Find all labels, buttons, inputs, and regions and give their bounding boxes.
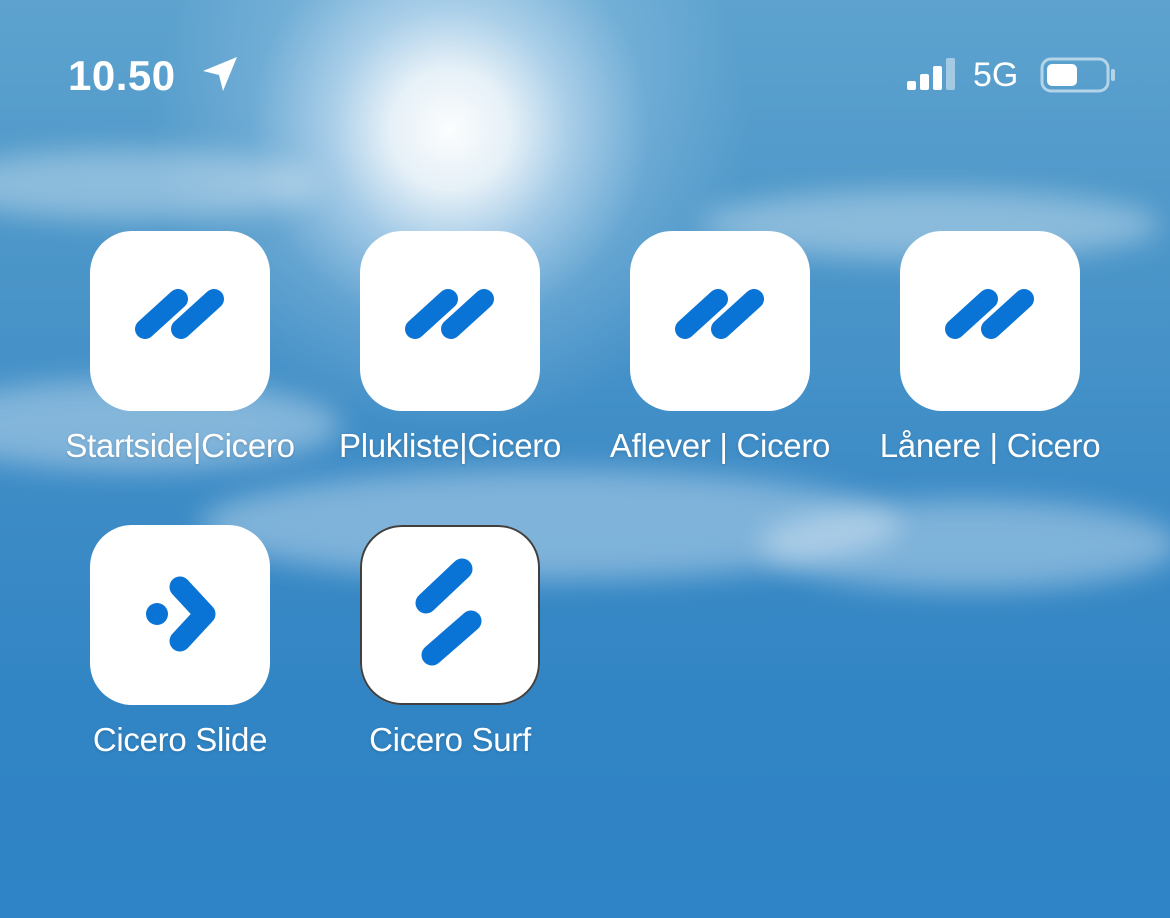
cicero-double-stroke-icon bbox=[405, 289, 494, 339]
wallpaper-cloud bbox=[760, 500, 1170, 590]
cicero-surf-icon bbox=[415, 558, 482, 666]
app-cicero-slide[interactable]: Cicero Slide bbox=[45, 525, 315, 759]
app-label: Aflever | Cicero bbox=[609, 427, 831, 464]
app-aflever-cicero[interactable]: Aflever | Cicero bbox=[585, 231, 855, 465]
app-label: Cicero Surf bbox=[369, 721, 531, 758]
app-label: Cicero Slide bbox=[92, 721, 268, 758]
location-arrow-icon bbox=[203, 57, 237, 91]
app-tile[interactable] bbox=[90, 231, 270, 411]
cicero-double-stroke-icon bbox=[675, 289, 764, 339]
app-startside-cicero[interactable]: Startside|Cicero bbox=[45, 231, 315, 465]
app-label: Lånere | Cicero bbox=[879, 427, 1101, 464]
app-tile[interactable] bbox=[360, 525, 540, 705]
wallpaper-cloud bbox=[0, 150, 320, 220]
cicero-slide-arrow-icon bbox=[146, 576, 216, 652]
app-plukliste-cicero[interactable]: Plukliste|Cicero bbox=[315, 231, 585, 465]
app-label: Plukliste|Cicero bbox=[338, 427, 561, 464]
battery-icon bbox=[1040, 57, 1115, 93]
app-laanere-cicero[interactable]: Lånere | Cicero bbox=[855, 231, 1125, 465]
app-label: Startside|Cicero bbox=[65, 427, 295, 464]
cellular-signal-icon bbox=[907, 58, 955, 90]
cicero-double-stroke-icon bbox=[945, 289, 1034, 339]
app-cicero-surf[interactable]: Cicero Surf bbox=[315, 525, 585, 759]
cicero-double-stroke-icon bbox=[135, 289, 224, 339]
app-tile[interactable] bbox=[360, 231, 540, 411]
network-type-label: 5G bbox=[973, 56, 1019, 94]
app-tile[interactable] bbox=[900, 231, 1080, 411]
app-tile[interactable] bbox=[90, 525, 270, 705]
app-tile[interactable] bbox=[630, 231, 810, 411]
status-time: 10.50 bbox=[68, 52, 176, 99]
status-bar: 10.50 5G bbox=[0, 0, 1170, 150]
home-screen: 10.50 5G Startside|Cicero Plukliste|Cice… bbox=[0, 0, 1170, 918]
